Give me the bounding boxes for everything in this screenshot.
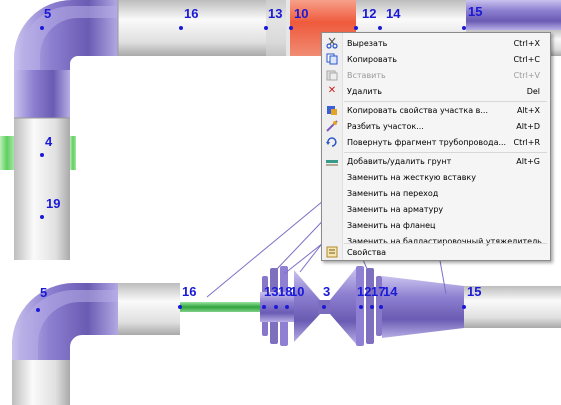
node-dot[interactable] bbox=[370, 305, 374, 309]
green-collar-right[interactable] bbox=[70, 136, 76, 170]
node-label: 3 bbox=[323, 284, 330, 299]
node-dot[interactable] bbox=[359, 305, 363, 309]
menu-item-label: Вырезать bbox=[347, 38, 388, 48]
reducer-left[interactable] bbox=[294, 270, 320, 342]
copy-props-icon bbox=[325, 103, 339, 117]
menu-item-shortcut: Ctrl+X bbox=[513, 38, 540, 48]
menu-item-label: Заменить на переход bbox=[347, 188, 439, 198]
node-dot[interactable] bbox=[322, 305, 326, 309]
paste-icon bbox=[325, 68, 339, 82]
split-icon bbox=[325, 119, 339, 133]
menu-item-label: Заменить на фланец bbox=[347, 220, 436, 230]
delete-x-icon: ✕ bbox=[327, 85, 337, 96]
menu-item-properties[interactable]: Свойства bbox=[322, 244, 550, 260]
node-label: 5 bbox=[40, 285, 47, 300]
scissors-icon bbox=[325, 36, 339, 50]
reducer-right[interactable] bbox=[330, 268, 356, 344]
menu-item-cut[interactable]: Вырезать Ctrl+X bbox=[322, 35, 550, 51]
node-dot[interactable] bbox=[179, 26, 183, 30]
node-label: 13 bbox=[268, 6, 282, 21]
node-label: 16 bbox=[184, 6, 198, 21]
node-dot[interactable] bbox=[264, 26, 268, 30]
node-dot[interactable] bbox=[40, 26, 44, 30]
context-menu[interactable]: Вырезать Ctrl+X Копировать Ctrl+C Встави… bbox=[321, 32, 551, 261]
menu-item-label: Вставить bbox=[347, 70, 386, 80]
node-label: 5 bbox=[44, 6, 51, 21]
menu-item-shortcut: Alt+G bbox=[516, 156, 540, 166]
menu-item-replace-flange[interactable]: Заменить на фланец bbox=[322, 217, 550, 233]
node-dot[interactable] bbox=[462, 305, 466, 309]
copy-icon bbox=[325, 52, 339, 66]
node-dot[interactable] bbox=[178, 305, 182, 309]
node-label: 13 bbox=[264, 284, 278, 299]
node-label: 10 bbox=[294, 6, 308, 21]
pipe-segment-horizontal-1[interactable] bbox=[118, 0, 286, 56]
node-label: 14 bbox=[383, 284, 398, 299]
node-dot[interactable] bbox=[289, 26, 293, 30]
menu-item-shortcut: Ctrl+R bbox=[513, 137, 541, 147]
node-label: 12 bbox=[357, 284, 371, 299]
soil-icon bbox=[325, 154, 339, 168]
menu-item-label: Повернуть фрагмент трубопровода... bbox=[347, 137, 507, 147]
node-label: 15 bbox=[468, 4, 482, 19]
menu-item-label: Копировать bbox=[347, 54, 397, 64]
node-label: 14 bbox=[386, 6, 401, 21]
menu-item-label: Добавить/удалить грунт bbox=[347, 156, 452, 166]
menu-item-shortcut: Ctrl+V bbox=[513, 70, 540, 80]
menu-item-shortcut: Ctrl+C bbox=[513, 54, 540, 64]
pipe-segment-lower-1[interactable] bbox=[118, 283, 180, 335]
node-label: 4 bbox=[45, 134, 53, 149]
node-label: 16 bbox=[182, 284, 196, 299]
menu-item-soil[interactable]: Добавить/удалить грунт Alt+G bbox=[322, 153, 550, 169]
menu-item-label: Заменить на арматуру bbox=[347, 204, 444, 214]
menu-item-copy[interactable]: Копировать Ctrl+C bbox=[322, 51, 550, 67]
menu-item-replace-rigid-insert[interactable]: Заменить на жесткую вставку bbox=[322, 169, 550, 185]
node-label: 12 bbox=[362, 6, 376, 21]
menu-item-split[interactable]: Разбить участок... Alt+D bbox=[322, 118, 550, 134]
node-label: 10 bbox=[290, 284, 304, 299]
node-dot[interactable] bbox=[40, 215, 44, 219]
green-rigid-insert[interactable] bbox=[180, 302, 262, 312]
menu-item-shortcut: Del bbox=[526, 86, 540, 96]
menu-item-label: Заменить на жесткую вставку bbox=[347, 172, 476, 182]
node-dot[interactable] bbox=[36, 308, 40, 312]
node-label: 15 bbox=[467, 284, 481, 299]
menu-item-label: Удалить bbox=[347, 86, 382, 96]
node-dot[interactable] bbox=[379, 305, 383, 309]
node-dot[interactable] bbox=[274, 305, 278, 309]
node-dot[interactable] bbox=[462, 26, 466, 30]
node-label: 19 bbox=[46, 196, 60, 211]
node-dot[interactable] bbox=[262, 305, 266, 309]
node-dot[interactable] bbox=[378, 26, 382, 30]
menu-item-label: Свойства bbox=[347, 247, 387, 257]
menu-item-label: Копировать свойства участка в... bbox=[347, 105, 488, 115]
menu-item-shortcut: Alt+X bbox=[516, 105, 540, 115]
properties-icon bbox=[325, 245, 339, 259]
rotate-icon bbox=[325, 135, 339, 149]
menu-item-shortcut: Alt+D bbox=[516, 121, 540, 131]
menu-item-delete[interactable]: ✕ Удалить Del bbox=[322, 83, 550, 99]
menu-item-paste[interactable]: Вставить Ctrl+V bbox=[322, 67, 550, 83]
menu-item-copy-props[interactable]: Копировать свойства участка в... Alt+X bbox=[322, 102, 550, 118]
node-dot[interactable] bbox=[354, 26, 358, 30]
node-dot[interactable] bbox=[285, 305, 289, 309]
node-dot[interactable] bbox=[40, 153, 44, 157]
green-collar-left[interactable] bbox=[0, 136, 14, 170]
menu-item-rotate[interactable]: Повернуть фрагмент трубопровода... Ctrl+… bbox=[322, 134, 550, 150]
menu-item-replace-valve[interactable]: Заменить на арматуру bbox=[322, 201, 550, 217]
menu-item-label: Разбить участок... bbox=[347, 121, 424, 131]
menu-item-replace-transition[interactable]: Заменить на переход bbox=[322, 185, 550, 201]
